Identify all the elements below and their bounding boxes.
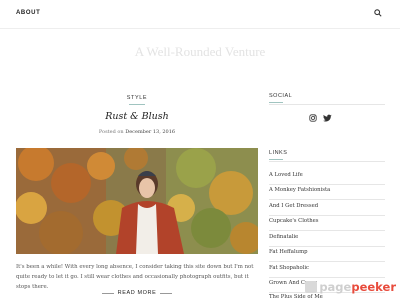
post-date-link[interactable]: December 13, 2016 xyxy=(125,129,175,135)
post-title[interactable]: Rust & Blush xyxy=(16,111,258,122)
category-underline xyxy=(129,104,145,105)
social-heading: SOCIAL xyxy=(269,93,293,99)
social-icons xyxy=(309,114,332,122)
social-rule xyxy=(269,104,385,105)
pagepeeker-watermark: page peeker xyxy=(305,280,396,294)
social-heading-underline xyxy=(269,102,283,103)
featured-image[interactable] xyxy=(16,148,258,254)
read-more-left-rule xyxy=(102,293,114,294)
read-more-link[interactable]: READ MORE xyxy=(117,288,157,299)
site-title[interactable]: A Well-Rounded Venture xyxy=(0,44,400,60)
nav-about-link[interactable]: ABOUT xyxy=(16,10,40,16)
links-heading: LINKS xyxy=(269,150,288,156)
post-meta: Posted on December 13, 2016 xyxy=(16,129,258,135)
posted-on-label: Posted on xyxy=(98,129,124,135)
pagepeeker-logo-icon xyxy=(305,281,318,293)
top-navigation: ABOUT xyxy=(0,0,400,29)
instagram-icon[interactable] xyxy=(309,114,317,122)
watermark-text-peeker: peeker xyxy=(351,280,396,294)
links-rule xyxy=(269,161,385,162)
watermark-text-page: page xyxy=(319,280,352,294)
post-category-link[interactable]: STYLE xyxy=(16,95,258,101)
search-icon[interactable] xyxy=(374,9,382,17)
read-more-right-rule xyxy=(160,293,172,294)
links-heading-underline xyxy=(269,159,283,160)
twitter-icon[interactable] xyxy=(323,114,332,122)
